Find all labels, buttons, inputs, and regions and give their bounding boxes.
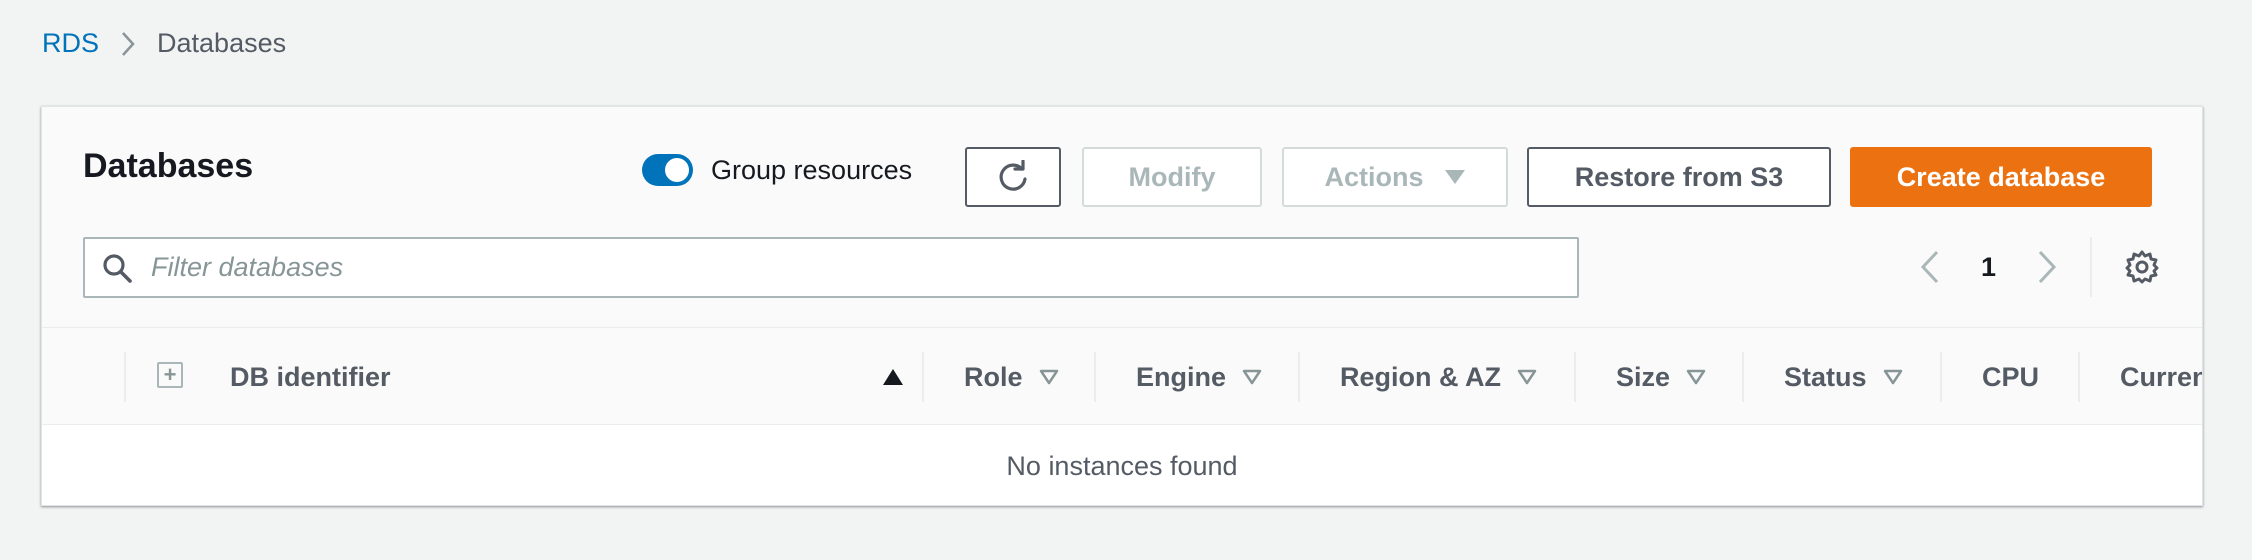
pagination: 1 [1919, 235, 2160, 299]
column-label: Engine [1136, 361, 1227, 392]
breadcrumb-rds-link[interactable]: RDS [42, 28, 99, 59]
search-icon [101, 252, 133, 284]
column-role[interactable]: Role [964, 328, 1059, 426]
column-divider [1094, 352, 1096, 402]
column-cpu[interactable]: CPU [1982, 328, 2039, 426]
page-title: Databases [83, 147, 254, 185]
previous-page-icon[interactable] [1919, 249, 1941, 285]
restore-from-s3-button[interactable]: Restore from S3 [1527, 147, 1831, 207]
column-label: CPU [1982, 361, 2040, 392]
group-resources-toggle[interactable] [642, 154, 693, 186]
table-header: + DB identifier Role Engine Region & AZ … [42, 327, 2202, 425]
breadcrumb-current: Databases [157, 28, 287, 58]
sort-icon [1686, 369, 1706, 385]
column-engine[interactable]: Engine [1136, 328, 1262, 426]
column-divider [124, 352, 126, 402]
sort-icon [1039, 369, 1059, 385]
modify-button[interactable]: Modify [1082, 147, 1262, 207]
page-number[interactable]: 1 [1981, 252, 1996, 283]
column-label: Size [1616, 361, 1671, 392]
pager-divider [2090, 237, 2093, 297]
filter-search-box [83, 237, 1579, 298]
actions-button[interactable]: Actions [1282, 147, 1508, 207]
next-page-icon[interactable] [2036, 249, 2058, 285]
column-divider [1574, 352, 1576, 402]
column-divider [1940, 352, 1942, 402]
column-db-identifier[interactable]: DB identifier [230, 328, 942, 426]
sort-ascending-icon [882, 368, 904, 386]
column-label: Status [1784, 361, 1867, 392]
column-region-az[interactable]: Region & AZ [1340, 328, 1537, 426]
table-body: No instances found [42, 425, 2202, 505]
column-size[interactable]: Size [1616, 328, 1706, 426]
refresh-button[interactable] [965, 147, 1061, 207]
sort-icon [1883, 369, 1903, 385]
modify-button-label: Modify [1128, 161, 1216, 192]
restore-button-label: Restore from S3 [1574, 161, 1784, 192]
refresh-icon [996, 160, 1030, 194]
databases-panel: Databases Group resources Modify Actions… [41, 106, 2203, 506]
actions-button-label: Actions [1324, 161, 1424, 192]
column-divider [1742, 352, 1744, 402]
column-label: Curren [2120, 361, 2203, 392]
sort-icon [1517, 369, 1537, 385]
column-status[interactable]: Status [1784, 328, 1903, 426]
toggle-knob [665, 158, 689, 182]
column-label: DB identifier [230, 361, 391, 392]
sort-icon [1242, 369, 1262, 385]
column-divider [2078, 352, 2080, 402]
breadcrumb: RDS Databases [42, 28, 286, 59]
create-button-label: Create database [1896, 161, 2106, 192]
group-resources-label: Group resources [711, 154, 913, 185]
column-label: Region & AZ [1340, 361, 1501, 392]
column-label: Role [964, 361, 1023, 392]
empty-state-message: No instances found [1006, 450, 1238, 481]
group-resources-control: Group resources [642, 154, 912, 186]
caret-down-icon [1444, 169, 1466, 185]
chevron-right-icon [121, 31, 135, 57]
create-database-button[interactable]: Create database [1850, 147, 2152, 207]
column-current-activity[interactable]: Curren [2120, 328, 2203, 426]
column-divider [1298, 352, 1300, 402]
expand-all-icon[interactable]: + [157, 362, 183, 388]
gear-icon[interactable] [2124, 249, 2160, 285]
column-divider [922, 352, 924, 402]
filter-databases-input[interactable] [151, 252, 1531, 283]
